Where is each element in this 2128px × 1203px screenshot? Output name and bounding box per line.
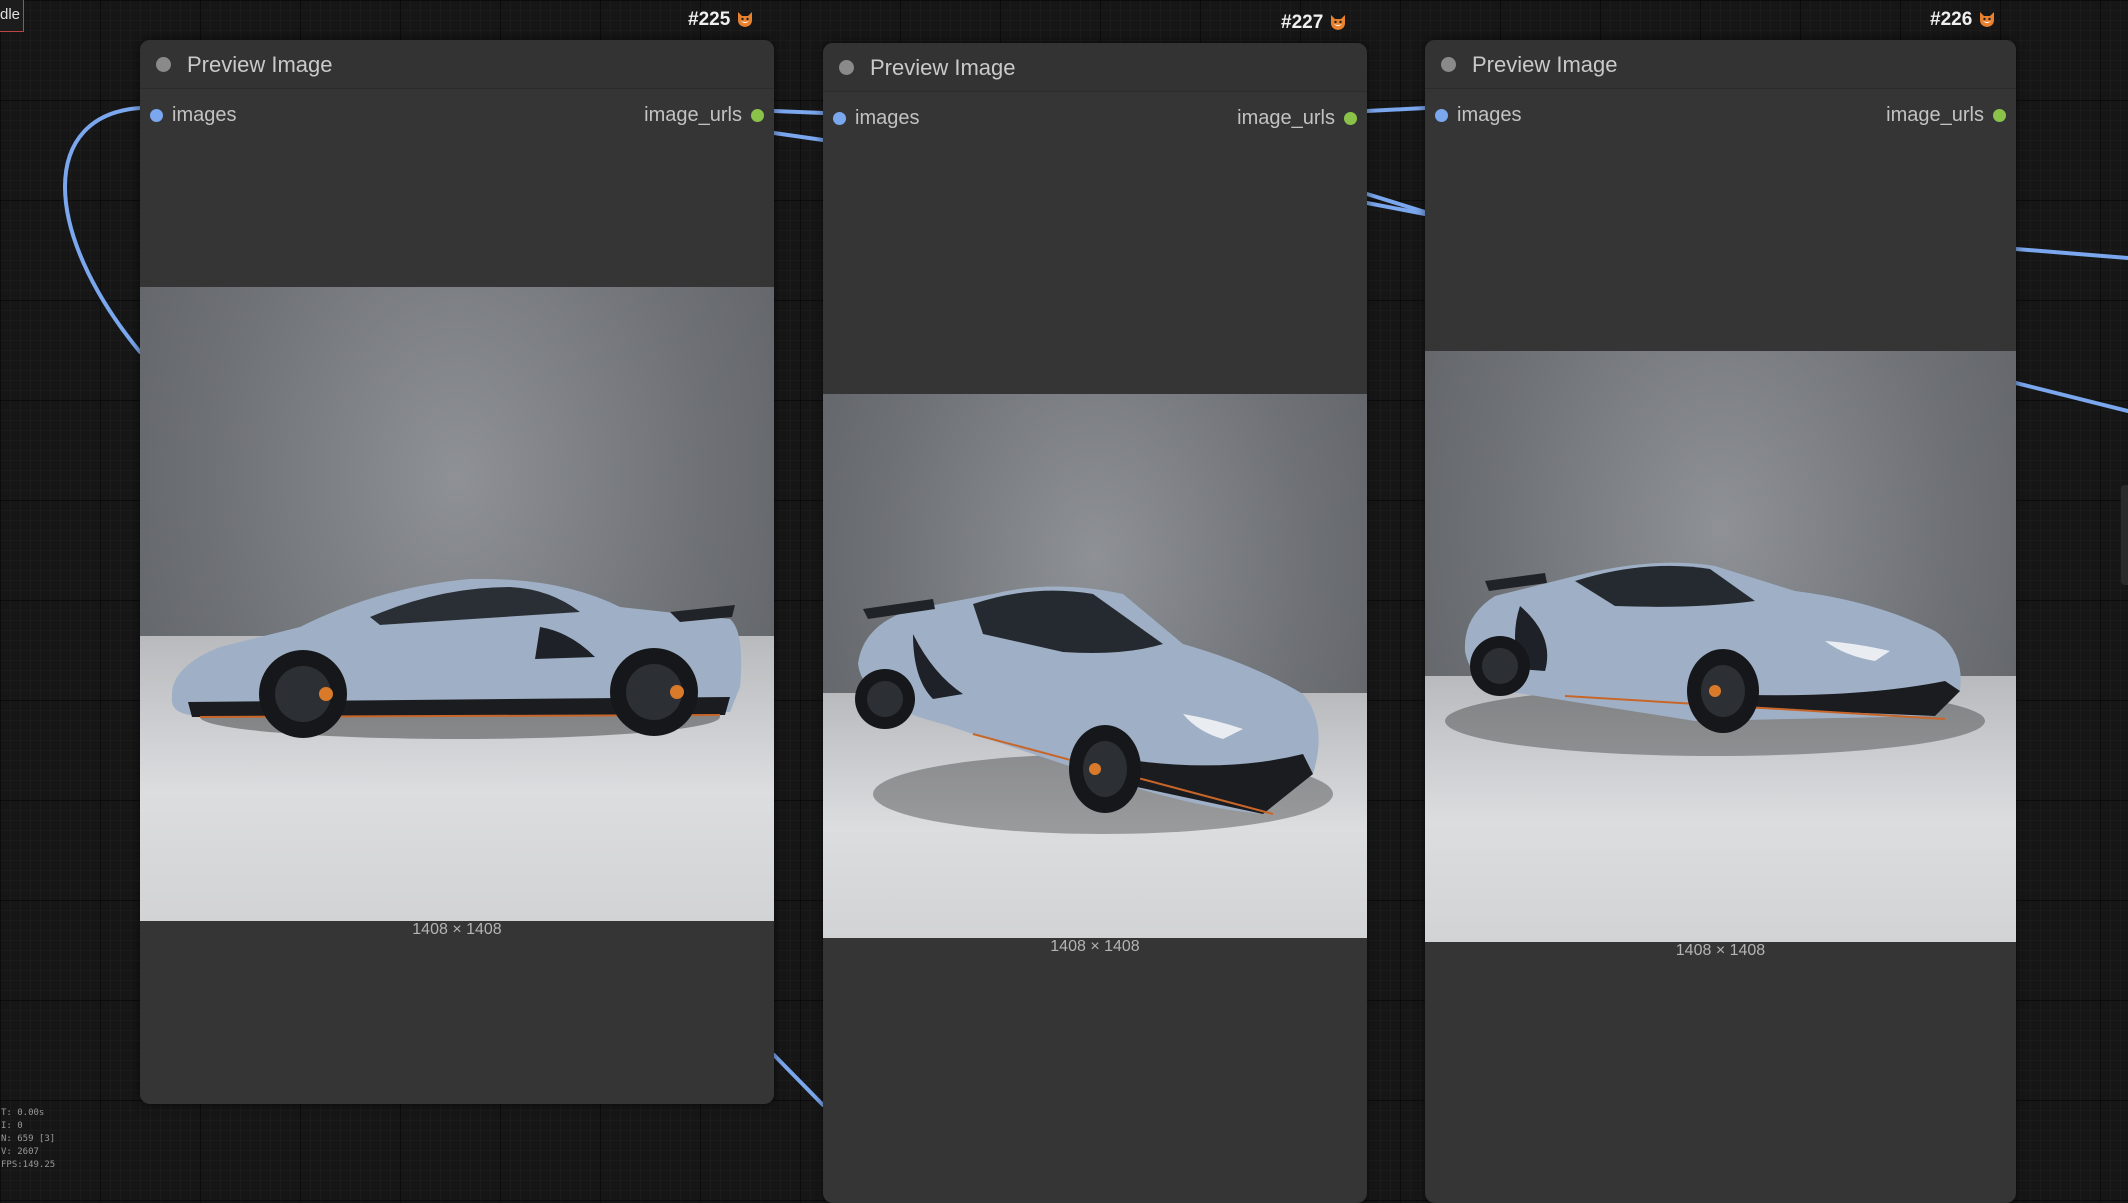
car-image [171,578,742,739]
input-connector-dot[interactable] [150,109,163,122]
node-status-dot[interactable] [839,60,854,75]
preview-image[interactable] [1425,351,2016,942]
output-slot-label: image_urls [1886,104,1984,126]
image-dimensions: 1408 × 1408 [1050,938,1140,955]
preview-image[interactable] [823,394,1367,938]
input-connector-dot[interactable] [833,112,846,125]
canvas-corner-label: dle [0,0,24,32]
link-wire[interactable] [772,109,825,115]
link-wire[interactable] [772,1053,825,1107]
render-stats: T: 0.00s I: 0 N: 659 [3] V: 2607 FPS:149… [1,1107,55,1172]
node-title: Preview Image [870,55,1016,80]
image-dimensions: 1408 × 1408 [412,921,502,938]
image-dimensions: 1408 × 1408 [1675,942,1766,959]
node-id-badge: #225 [688,9,754,31]
stat-line: T: 0.00s [1,1108,45,1118]
node-title-bar[interactable]: Preview Image [1425,40,2016,89]
node-id-badge: #227 [1281,12,1347,34]
output-connector-dot[interactable] [1993,109,2006,122]
input-slot-label: images [1457,104,1522,126]
node-id-text: #227 [1281,12,1324,33]
output-slot-label: image_urls [1237,107,1335,129]
link-wire[interactable] [2014,247,2128,260]
stat-line: N: 659 [3] [1,1134,56,1144]
node-status-dot[interactable] [156,57,171,72]
preview-image[interactable] [140,287,774,921]
link-wire[interactable] [2014,381,2128,413]
stat-line: FPS:149.25 [1,1160,56,1170]
preview-image-node[interactable]: Preview Image images image_urls 1408 × 1… [1425,40,2016,1203]
car-image [1445,562,1985,756]
node-id-text: #226 [1930,9,1973,30]
link-wire[interactable] [772,131,825,142]
output-connector-dot[interactable] [751,109,764,122]
car-image [855,586,1333,834]
node-title-bar[interactable]: Preview Image [140,40,774,89]
fox-icon [1980,12,1995,27]
link-wire[interactable] [1365,106,1427,113]
preview-image-node[interactable]: Preview Image images image_urls 1408 × 1… [140,40,774,1104]
panel-edge-handle[interactable] [2121,485,2128,585]
output-slot-label: image_urls [644,104,742,126]
output-connector-dot[interactable] [1344,112,1357,125]
fox-icon [738,12,753,27]
node-id-badge: #226 [1930,9,1996,31]
input-slot-label: images [855,107,920,129]
node-title: Preview Image [1472,52,1618,77]
node-status-dot[interactable] [1441,57,1456,72]
input-connector-dot[interactable] [1435,109,1448,122]
stat-line: I: 0 [1,1121,23,1131]
fox-icon [1331,15,1346,30]
node-id-text: #225 [688,9,731,30]
preview-image-node[interactable]: Preview Image images image_urls 1408 × 1… [823,43,1367,1203]
stat-line: V: 2607 [1,1147,39,1157]
link-wire[interactable] [63,106,142,354]
node-title: Preview Image [187,52,333,77]
node-title-bar[interactable]: Preview Image [823,43,1367,92]
input-slot-label: images [172,104,237,126]
